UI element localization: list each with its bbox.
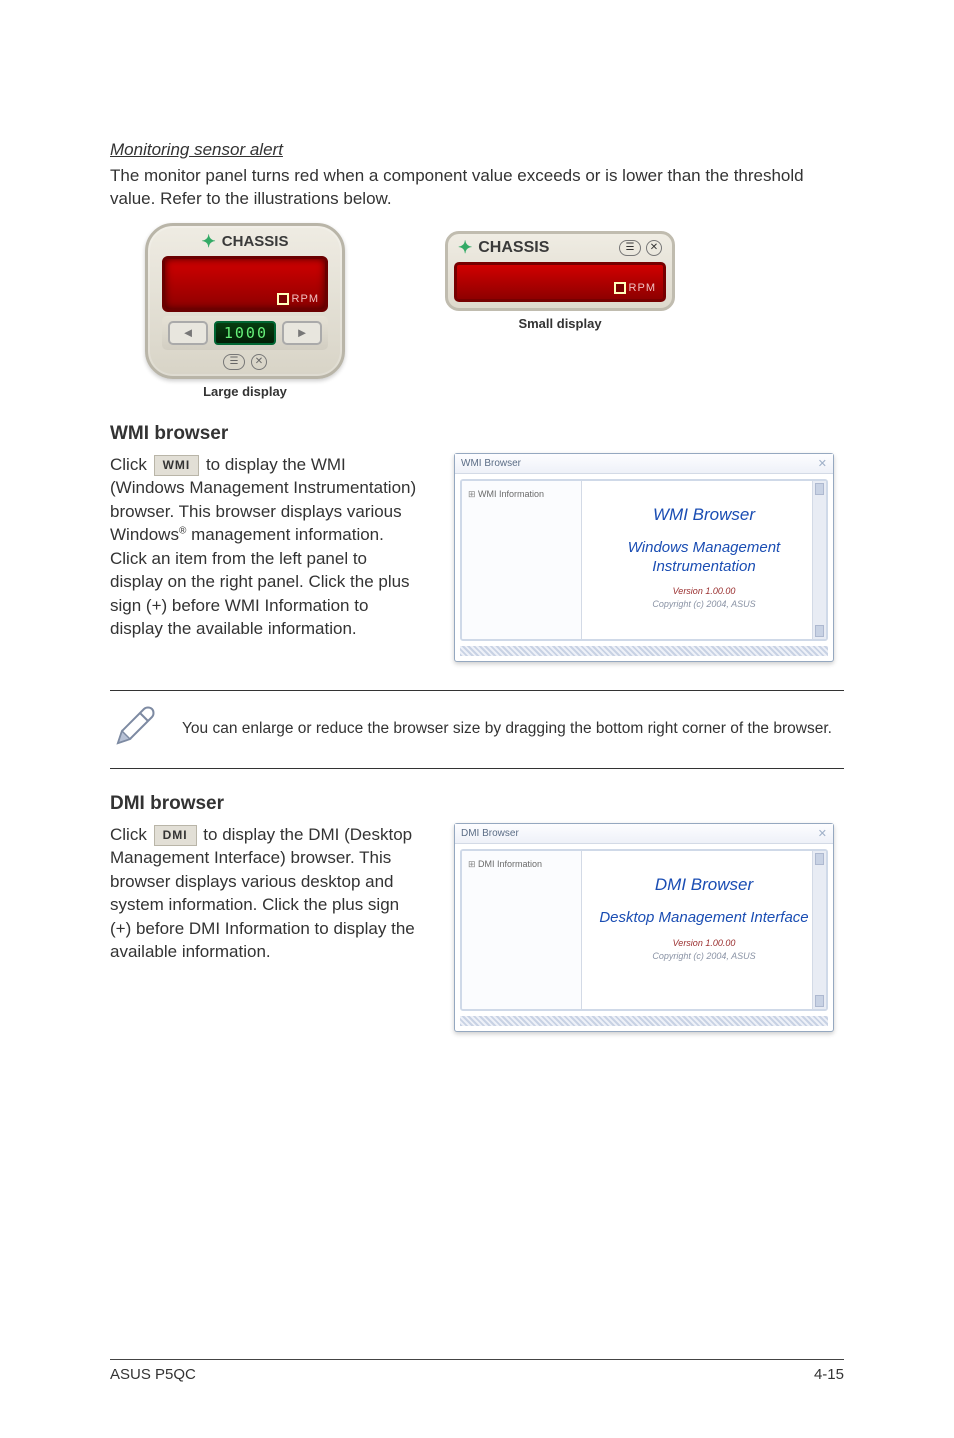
bottom-icons: ☰ ✕ (148, 352, 342, 370)
small-display-wrap: ✦ CHASSIS ☰ ✕ RPM Small display (445, 223, 675, 331)
mid-strip: ◄ 1000 ► (162, 316, 328, 350)
page-footer: ASUS P5QC 4-15 (110, 1359, 844, 1383)
dmi-window-body: DMI Information DMI Browser Desktop Mana… (460, 849, 828, 1011)
resize-handle[interactable] (460, 646, 828, 656)
chassis-label: CHASSIS (478, 239, 549, 257)
fan-icon: ✦ (202, 232, 216, 252)
dmi-chip-button[interactable]: DMI (154, 825, 197, 846)
dmi-content-title: DMI Browser (655, 875, 753, 895)
pencil-icon (110, 703, 158, 756)
dmi-window-titlebar: DMI Browser ✕ (455, 824, 833, 844)
wmi-two-col: Click WMI to display the WMI (Windows Ma… (110, 453, 844, 662)
dmi-two-col: Click DMI to display the DMI (Desktop Ma… (110, 823, 844, 1032)
wmi-chip-button[interactable]: WMI (154, 455, 200, 476)
small-red-lcd: RPM (454, 262, 666, 302)
registered-mark: ® (179, 526, 186, 537)
display-row: ✦ CHASSIS RPM ◄ 1000 ► ☰ ✕ Large display (145, 223, 844, 399)
footer-left: ASUS P5QC (110, 1366, 196, 1383)
dmi-version: Version 1.00.00 (673, 938, 736, 948)
wmi-content-panel: WMI Browser Windows Management Instrumen… (582, 481, 826, 639)
wmi-p1a: Click (110, 455, 152, 474)
dmi-tree-item[interactable]: DMI Information (468, 859, 575, 870)
rpm-square-icon (614, 282, 626, 294)
dmi-browser-window: DMI Browser ✕ DMI Information DMI Browse… (454, 823, 834, 1032)
monitoring-body: The monitor panel turns red when a compo… (110, 164, 844, 211)
toggle-icon[interactable]: ☰ (223, 354, 245, 370)
rpm-text: RPM (292, 293, 319, 305)
large-display-wrap: ✦ CHASSIS RPM ◄ 1000 ► ☰ ✕ Large display (145, 223, 345, 399)
dmi-heading: DMI browser (110, 793, 844, 815)
large-caption: Large display (203, 384, 287, 399)
wmi-browser-window: WMI Browser ✕ WMI Information WMI Browse… (454, 453, 834, 662)
small-header: ✦ CHASSIS ☰ ✕ (454, 238, 666, 262)
close-icon[interactable]: ✕ (646, 240, 662, 256)
rpm-label: RPM (614, 282, 656, 294)
note-text: You can enlarge or reduce the browser si… (182, 719, 832, 740)
wmi-window-titlebar: WMI Browser ✕ (455, 454, 833, 474)
dmi-p1a: Click (110, 825, 152, 844)
arrow-right-icon[interactable]: ► (282, 321, 322, 345)
rpm-square-icon (277, 293, 289, 305)
resize-handle[interactable] (460, 1016, 828, 1026)
dmi-content-panel: DMI Browser Desktop Management Interface… (582, 851, 826, 1009)
window-close-icon[interactable]: ✕ (818, 457, 827, 470)
wmi-heading: WMI browser (110, 423, 844, 445)
wmi-window-body: WMI Information WMI Browser Windows Mana… (460, 479, 828, 641)
monitoring-heading: Monitoring sensor alert (110, 140, 844, 160)
dmi-content-sub: Desktop Management Interface (599, 909, 808, 928)
rpm-text: RPM (629, 282, 656, 294)
large-panel-title: ✦ CHASSIS (148, 228, 342, 254)
wmi-copyright: Copyright (c) 2004, ASUS (652, 599, 755, 609)
wmi-version: Version 1.00.00 (673, 586, 736, 596)
scrollbar[interactable] (812, 851, 826, 1009)
large-red-lcd: RPM (162, 256, 328, 312)
window-title-text: DMI Browser (461, 828, 519, 839)
window-title-text: WMI Browser (461, 458, 521, 469)
note-block: You can enlarge or reduce the browser si… (110, 690, 844, 769)
large-chassis-panel: ✦ CHASSIS RPM ◄ 1000 ► ☰ ✕ (145, 223, 345, 379)
wmi-tree-item[interactable]: WMI Information (468, 489, 575, 500)
wmi-tree-panel[interactable]: WMI Information (462, 481, 582, 639)
arrow-left-icon[interactable]: ◄ (168, 321, 208, 345)
dmi-copyright: Copyright (c) 2004, ASUS (652, 951, 755, 961)
wmi-content-sub: Windows Management Instrumentation (582, 539, 826, 577)
wmi-text: Click WMI to display the WMI (Windows Ma… (110, 453, 424, 641)
fan-icon: ✦ (458, 238, 472, 258)
rpm-label: RPM (277, 293, 319, 305)
small-caption: Small display (518, 316, 601, 331)
dmi-text: Click DMI to display the DMI (Desktop Ma… (110, 823, 424, 964)
wmi-window-col: WMI Browser ✕ WMI Information WMI Browse… (454, 453, 844, 662)
scrollbar[interactable] (812, 481, 826, 639)
small-chassis-panel: ✦ CHASSIS ☰ ✕ RPM (445, 231, 675, 311)
close-icon[interactable]: ✕ (251, 354, 267, 370)
wmi-content-title: WMI Browser (653, 505, 755, 525)
footer-right: 4-15 (814, 1366, 844, 1383)
dmi-window-col: DMI Browser ✕ DMI Information DMI Browse… (454, 823, 844, 1032)
chassis-label: CHASSIS (222, 233, 289, 250)
window-close-icon[interactable]: ✕ (818, 827, 827, 840)
green-lcd: 1000 (214, 321, 276, 345)
toggle-icon[interactable]: ☰ (619, 240, 641, 256)
dmi-tree-panel[interactable]: DMI Information (462, 851, 582, 1009)
